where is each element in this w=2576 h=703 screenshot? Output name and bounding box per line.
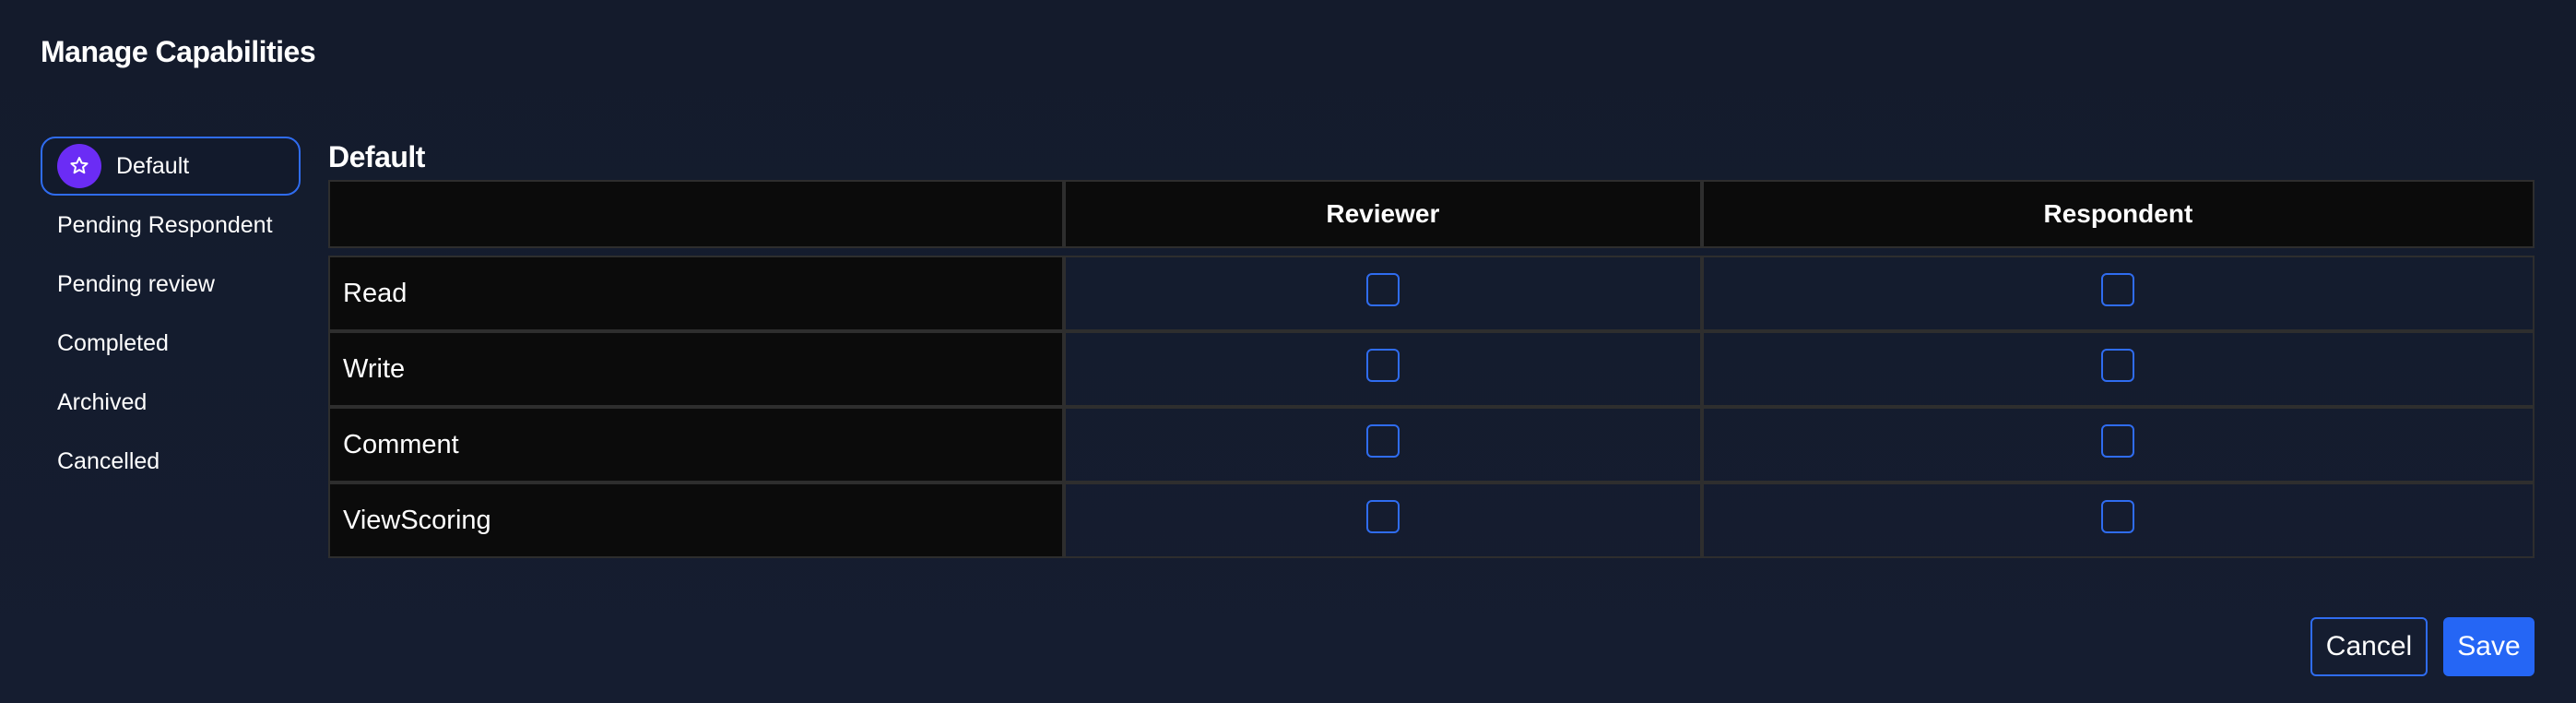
- reviewer-write-checkbox[interactable]: [1365, 349, 1400, 382]
- save-button[interactable]: Save: [2443, 617, 2535, 676]
- respondent-viewscoring-checkbox[interactable]: [2101, 500, 2135, 533]
- status-sidebar: Default Pending Respondent Pending revie…: [41, 137, 301, 491]
- cancel-button[interactable]: Cancel: [2310, 617, 2428, 676]
- capability-label: ViewScoring: [328, 483, 1064, 558]
- sidebar-item-pending-review[interactable]: Pending review: [41, 255, 301, 314]
- column-header-respondent: Respondent: [1701, 180, 2535, 248]
- reviewer-read-checkbox[interactable]: [1365, 273, 1400, 306]
- table-row: Comment: [328, 407, 2535, 483]
- respondent-comment-checkbox[interactable]: [2101, 424, 2135, 458]
- column-header-reviewer: Reviewer: [1064, 180, 1702, 248]
- sidebar-item-label: Completed: [57, 329, 169, 356]
- table-row: Read: [328, 256, 2535, 331]
- table-row: ViewScoring: [328, 483, 2535, 558]
- section-title: Default: [328, 140, 425, 173]
- sidebar-item-archived[interactable]: Archived: [41, 373, 301, 432]
- dialog-title: Manage Capabilities: [41, 35, 316, 68]
- reviewer-comment-checkbox[interactable]: [1365, 424, 1400, 458]
- capabilities-table: Reviewer Respondent Read Write Comment V…: [328, 180, 2535, 558]
- sidebar-item-label: Cancelled: [57, 447, 160, 474]
- table-row: Write: [328, 331, 2535, 407]
- sidebar-item-label: Default: [116, 152, 190, 179]
- star-icon: [57, 144, 101, 188]
- capability-label: Comment: [328, 407, 1064, 483]
- sidebar-item-label: Pending Respondent: [57, 211, 273, 238]
- sidebar-item-completed[interactable]: Completed: [41, 314, 301, 373]
- column-header-empty: [328, 180, 1064, 248]
- capability-label: Write: [328, 331, 1064, 407]
- sidebar-item-default[interactable]: Default: [41, 137, 301, 196]
- sidebar-item-label: Pending review: [57, 270, 215, 297]
- sidebar-item-pending-respondent[interactable]: Pending Respondent: [41, 196, 301, 255]
- respondent-read-checkbox[interactable]: [2101, 273, 2135, 306]
- sidebar-item-cancelled[interactable]: Cancelled: [41, 432, 301, 491]
- sidebar-item-label: Archived: [57, 388, 148, 415]
- reviewer-viewscoring-checkbox[interactable]: [1365, 500, 1400, 533]
- capability-label: Read: [328, 256, 1064, 331]
- manage-capabilities-dialog: Manage Capabilities Default Pending Resp…: [0, 0, 2576, 703]
- respondent-write-checkbox[interactable]: [2101, 349, 2135, 382]
